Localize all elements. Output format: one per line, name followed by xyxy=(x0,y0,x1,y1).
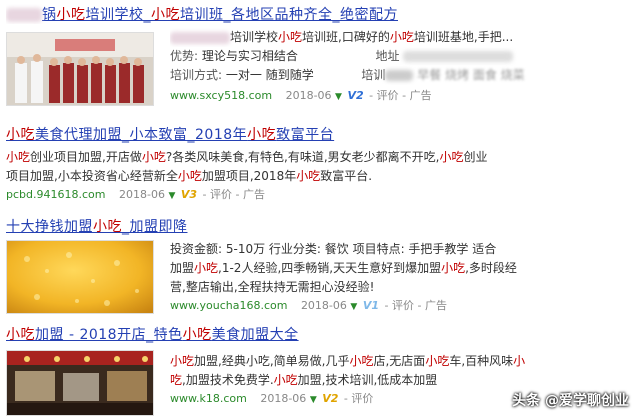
review-link-3[interactable]: 评价 xyxy=(392,299,414,312)
verified-badge-icon[interactable]: V3 xyxy=(179,188,199,201)
search-result-2: 小吃美食代理加盟_小本致富_2018年小吃致富平台 小吃创业项目加盟,开店做小吃… xyxy=(6,124,633,204)
review-link-4[interactable]: 评价 xyxy=(351,392,373,405)
result-meta-2: pcbd.941618.com 2018-06 ▼ V3 - 评价 - 广告 xyxy=(6,188,266,201)
result-desc-4b: 吃,加盟技术免费学.小吃加盟,技术培训,低成本加盟 xyxy=(170,373,438,387)
result-title-3[interactable]: 十大挣钱加盟小吃_加盟即降 xyxy=(6,216,633,236)
review-link-2[interactable]: 评价 xyxy=(210,188,232,201)
result-attr-row-2: 培训方式: 一对一 随到随学 培训 早餐 烧烤 面食 烧菜 xyxy=(170,68,525,82)
result-thumbnail-1[interactable] xyxy=(6,32,154,106)
result-desc-1: 培训学校小吃培训班,口碑好的小吃培训班基地,手把... xyxy=(170,28,633,47)
watermark-label: 头条 @爱学聊创业 xyxy=(512,393,629,409)
blurred-region xyxy=(403,51,514,62)
blurred-region xyxy=(6,8,42,22)
result-title-1[interactable]: 锅小吃培训学校_小吃培训班_各地区品种齐全_绝密配方 xyxy=(6,4,633,24)
result-thumbnail-3[interactable] xyxy=(6,240,154,314)
result-url-3[interactable]: www.youcha168.com xyxy=(170,299,287,312)
fried-food-photo xyxy=(7,241,153,313)
review-link-1[interactable]: 评价 xyxy=(377,89,399,102)
result-title-2[interactable]: 小吃美食代理加盟_小本致富_2018年小吃致富平台 xyxy=(6,124,633,144)
result-meta-3: www.youcha168.com 2018-06 ▼ V1 - 评价 - 广告 xyxy=(170,299,447,312)
result-thumbnail-4[interactable] xyxy=(6,350,154,416)
result-url-4[interactable]: www.k18.com xyxy=(170,392,247,405)
result-title-4[interactable]: 小吃加盟 - 2018开店_特色小吃美食加盟大全 xyxy=(6,324,633,344)
result-attr-row-1: 优势: 理论与实习相结合 地址 xyxy=(170,47,633,66)
search-result-1: 锅小吃培训学校_小吃培训班_各地区品种齐全_绝密配方 培训学校小吃培训班,口碑好… xyxy=(6,4,633,114)
result-attr-row-3: 投资金额: 5-10万 行业分类: 餐饮 项目特点: 手把手教学 适合 xyxy=(170,242,497,256)
ad-label: 广告 xyxy=(424,299,447,312)
ad-label: 广告 xyxy=(243,188,266,201)
chevron-down-icon[interactable]: ▼ xyxy=(310,395,317,405)
blurred-region xyxy=(385,70,414,81)
result-url-2[interactable]: pcbd.941618.com xyxy=(6,188,105,201)
result-url-1[interactable]: www.sxcy518.com xyxy=(170,89,272,102)
shopfront-photo xyxy=(7,351,153,415)
result-meta-1: www.sxcy518.com 2018-06 ▼ V2 - 评价 - 广告 xyxy=(170,89,432,102)
result-desc-2a: 小吃创业项目加盟,开店做小吃?各类风味美食,有特色,有味道,男女老少都离不开吃,… xyxy=(6,150,488,164)
chevron-down-icon[interactable]: ▼ xyxy=(350,302,357,312)
result-desc-3b: 营,整店输出,全程扶持无需担心没经验! xyxy=(170,280,375,294)
result-desc-4a: 小吃加盟,经典小吃,简单易做,几乎小吃店,无店面小吃车,百种风味小 xyxy=(170,354,526,368)
ad-label: 广告 xyxy=(409,89,432,102)
verified-badge-icon[interactable]: V2 xyxy=(345,89,365,102)
verified-badge-icon[interactable]: V1 xyxy=(361,299,381,312)
result-desc-3a: 加盟小吃,1-2人经验,四季畅销,天天生意好到爆加盟小吃,多时段经 xyxy=(170,261,517,275)
chevron-down-icon[interactable]: ▼ xyxy=(335,92,342,102)
result-desc-2b: 项目加盟,小本投资省心经营新全小吃加盟项目,2018年小吃致富平台. xyxy=(6,169,373,183)
search-result-3: 十大挣钱加盟小吃_加盟即降 投资金额: 5-10万 行业分类: 餐饮 项目特点:… xyxy=(6,216,633,316)
chevron-down-icon[interactable]: ▼ xyxy=(168,191,175,201)
blurred-region xyxy=(170,31,230,44)
verified-badge-icon[interactable]: V2 xyxy=(320,392,340,405)
kitchen-photo xyxy=(7,33,153,105)
